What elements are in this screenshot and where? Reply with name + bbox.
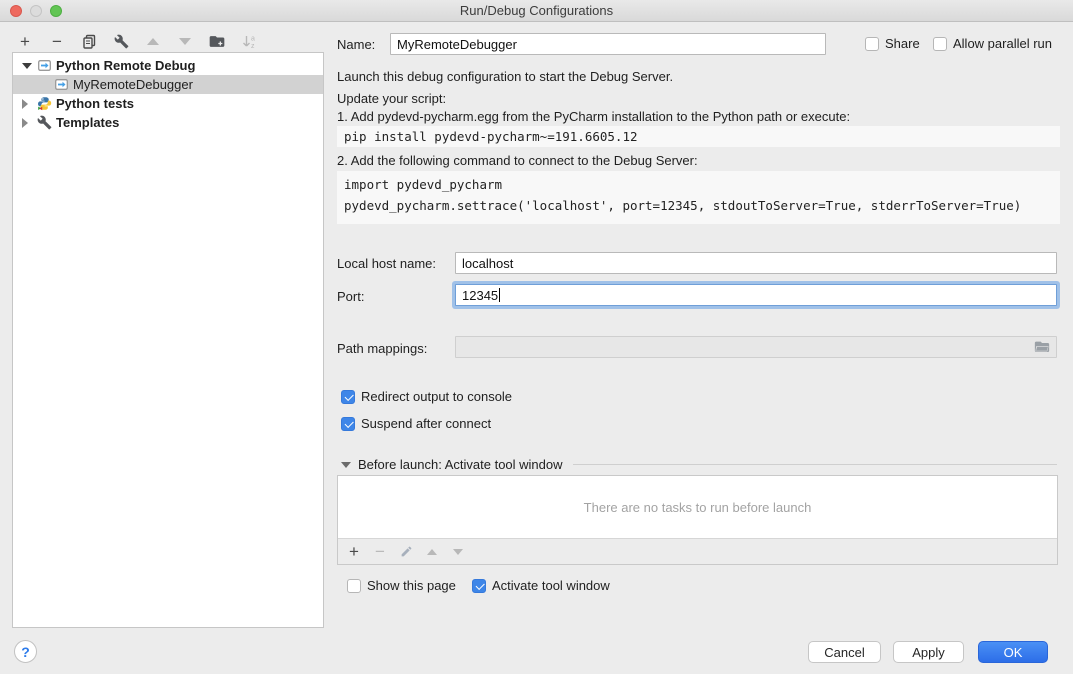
browse-folder-icon[interactable]: [1034, 341, 1050, 354]
tree-item-python-remote-debug[interactable]: Python Remote Debug: [13, 56, 323, 75]
share-checkbox-label: Share: [885, 36, 920, 51]
before-launch-header[interactable]: Before launch: Activate tool window: [341, 457, 1057, 472]
apply-button[interactable]: Apply: [893, 641, 964, 663]
window-title: Run/Debug Configurations: [0, 3, 1073, 18]
python-tests-icon: [37, 96, 52, 111]
share-checkbox[interactable]: Share: [865, 36, 920, 51]
collapse-toggle-icon[interactable]: [22, 99, 32, 109]
arrow-up-icon: [427, 549, 437, 555]
sort-alphabetically-button[interactable]: az: [240, 32, 258, 50]
checkbox-icon: [341, 417, 355, 431]
checkbox-icon: [347, 579, 361, 593]
minus-icon: −: [52, 33, 62, 50]
local-host-name-label: Local host name:: [337, 256, 436, 271]
allow-parallel-run-label: Allow parallel run: [953, 36, 1052, 51]
arrow-down-icon: [179, 38, 191, 45]
remote-debug-icon: [37, 58, 52, 73]
tree-item-templates[interactable]: Templates: [13, 113, 323, 132]
redirect-output-checkbox[interactable]: Redirect output to console: [341, 389, 512, 404]
title-bar: Run/Debug Configurations: [0, 0, 1073, 22]
move-down-button[interactable]: [176, 32, 194, 50]
step2-text: 2. Add the following command to connect …: [337, 153, 698, 168]
suspend-after-connect-checkbox[interactable]: Suspend after connect: [341, 416, 491, 431]
tree-item-label: MyRemoteDebugger: [73, 77, 193, 92]
redirect-output-label: Redirect output to console: [361, 389, 512, 404]
path-mappings-label: Path mappings:: [337, 341, 427, 356]
path-mappings-field[interactable]: [455, 336, 1057, 358]
run-debug-configurations-dialog: Run/Debug Configurations + − az Python R…: [0, 0, 1073, 674]
before-launch-task-list: There are no tasks to run before launch …: [337, 475, 1058, 565]
arrow-down-icon: [453, 549, 463, 555]
tree-item-label: Python Remote Debug: [56, 58, 195, 73]
help-button[interactable]: ?: [14, 640, 37, 663]
remote-debug-icon: [54, 77, 69, 92]
expand-toggle-icon[interactable]: [22, 63, 32, 69]
settrace-code-line-1: import pydevd_pycharm: [344, 174, 1053, 195]
port-input[interactable]: 12345: [455, 284, 1057, 306]
empty-task-list: There are no tasks to run before launch: [338, 476, 1057, 539]
sort-az-icon: az: [242, 34, 257, 49]
settrace-code-line-2: pydevd_pycharm.settrace('localhost', por…: [344, 195, 1053, 216]
remove-configuration-button[interactable]: −: [48, 32, 66, 50]
cancel-button[interactable]: Cancel: [808, 641, 881, 663]
text-caret: [499, 288, 500, 302]
name-input[interactable]: [390, 33, 826, 55]
tree-item-myremotedebugger[interactable]: MyRemoteDebugger: [13, 75, 323, 94]
pencil-icon: [400, 545, 413, 558]
configurations-tree: Python Remote Debug MyRemoteDebugger Pyt…: [12, 52, 324, 628]
port-value: 12345: [462, 288, 498, 303]
wrench-icon: [114, 34, 129, 49]
settrace-code: import pydevd_pycharm pydevd_pycharm.set…: [337, 171, 1060, 224]
collapse-toggle-icon[interactable]: [22, 118, 32, 128]
checkbox-icon: [472, 579, 486, 593]
tree-item-label: Templates: [56, 115, 119, 130]
empty-task-text: There are no tasks to run before launch: [584, 500, 812, 515]
description-line-2: Update your script:: [337, 91, 446, 106]
move-task-up-button[interactable]: [425, 545, 439, 559]
edit-task-button[interactable]: [399, 545, 413, 559]
add-task-button[interactable]: +: [347, 545, 361, 559]
suspend-after-connect-label: Suspend after connect: [361, 416, 491, 431]
edit-defaults-button[interactable]: [112, 32, 130, 50]
description-line-1: Launch this debug configuration to start…: [337, 69, 673, 84]
add-configuration-button[interactable]: +: [16, 32, 34, 50]
checkbox-icon: [933, 37, 947, 51]
arrow-up-icon: [147, 38, 159, 45]
svg-text:a: a: [251, 35, 255, 42]
copy-icon: [82, 34, 97, 49]
allow-parallel-run-checkbox[interactable]: Allow parallel run: [933, 36, 1052, 51]
checkbox-icon: [341, 390, 355, 404]
svg-text:z: z: [251, 43, 255, 49]
task-list-toolbar: + −: [338, 539, 1057, 564]
plus-icon: +: [349, 543, 359, 560]
ok-button[interactable]: OK: [978, 641, 1048, 663]
collapse-section-icon[interactable]: [341, 462, 351, 468]
copy-configuration-button[interactable]: [80, 32, 98, 50]
step1-text: 1. Add pydevd-pycharm.egg from the PyCha…: [337, 109, 850, 124]
pip-install-code: pip install pydevd-pycharm~=191.6605.12: [337, 126, 1060, 147]
move-task-down-button[interactable]: [451, 545, 465, 559]
show-this-page-checkbox[interactable]: Show this page: [347, 578, 456, 593]
tree-item-label: Python tests: [56, 96, 134, 111]
tree-item-python-tests[interactable]: Python tests: [13, 94, 323, 113]
activate-tool-window-checkbox[interactable]: Activate tool window: [472, 578, 610, 593]
minus-icon: −: [375, 543, 385, 560]
activate-tool-window-label: Activate tool window: [492, 578, 610, 593]
checkbox-icon: [865, 37, 879, 51]
move-up-button[interactable]: [144, 32, 162, 50]
name-label: Name:: [337, 37, 375, 52]
local-host-name-input[interactable]: [455, 252, 1057, 274]
configurations-toolbar: + − az: [16, 30, 258, 52]
show-this-page-label: Show this page: [367, 578, 456, 593]
question-mark-icon: ?: [21, 644, 30, 660]
port-label: Port:: [337, 289, 364, 304]
section-divider: [573, 464, 1057, 465]
plus-icon: +: [20, 33, 30, 50]
before-launch-title: Before launch: Activate tool window: [358, 457, 563, 472]
templates-wrench-icon: [37, 115, 52, 130]
new-folder-button[interactable]: [208, 32, 226, 50]
folder-add-icon: [209, 34, 225, 49]
remove-task-button[interactable]: −: [373, 545, 387, 559]
